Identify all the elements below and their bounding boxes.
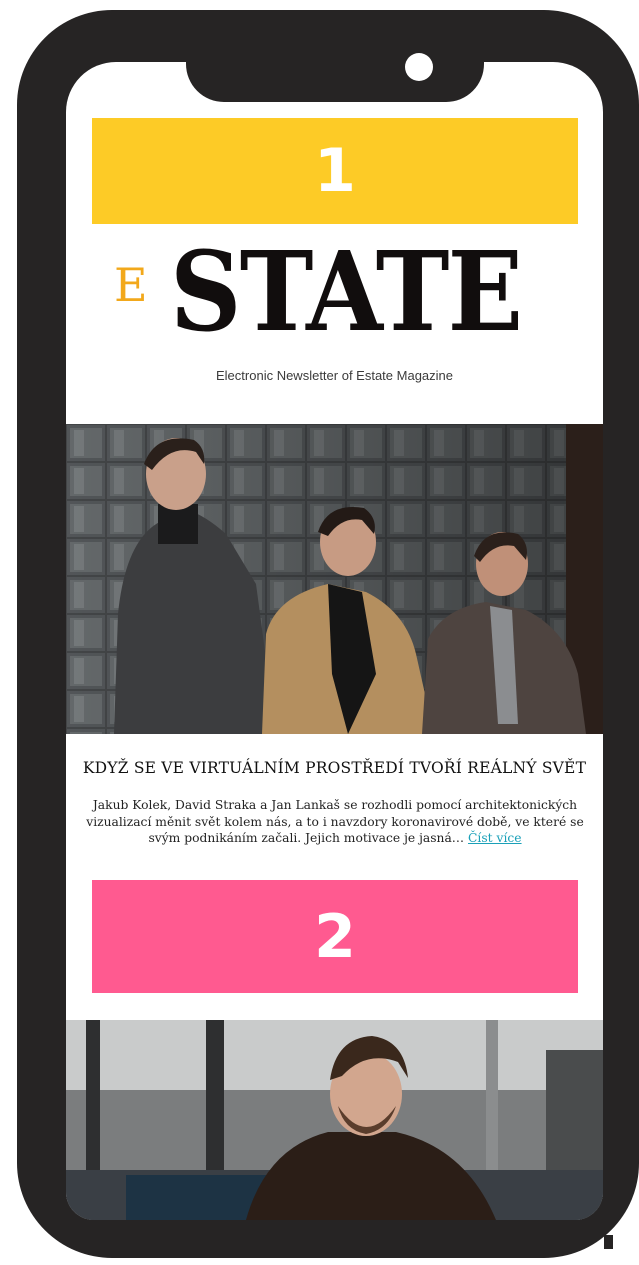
phone-screen: 1 E STATE Electronic Newsletter of Estat… [66, 62, 603, 1220]
logo-initial: E [114, 258, 148, 312]
tagline: Electronic Newsletter of Estate Magazine [216, 368, 453, 383]
estate-logo: E STATE [114, 227, 564, 356]
article-excerpt: Jakub Kolek, David Straka a Jan Lankaš s… [80, 797, 590, 847]
phone-edge [604, 1235, 613, 1249]
camera-icon [405, 53, 433, 81]
second-article-photo[interactable] [66, 1020, 603, 1220]
logo-word: STATE [170, 227, 523, 356]
phone-notch [186, 62, 484, 102]
number-badge-2: 2 [92, 880, 578, 993]
read-more-link[interactable]: Číst více [468, 831, 522, 845]
article-photo[interactable] [66, 424, 603, 734]
article-headline[interactable]: KDYŽ SE VE VIRTUÁLNÍM PROSTŘEDÍ TVOŘÍ RE… [66, 759, 603, 777]
number-badge-1: 1 [92, 118, 578, 224]
